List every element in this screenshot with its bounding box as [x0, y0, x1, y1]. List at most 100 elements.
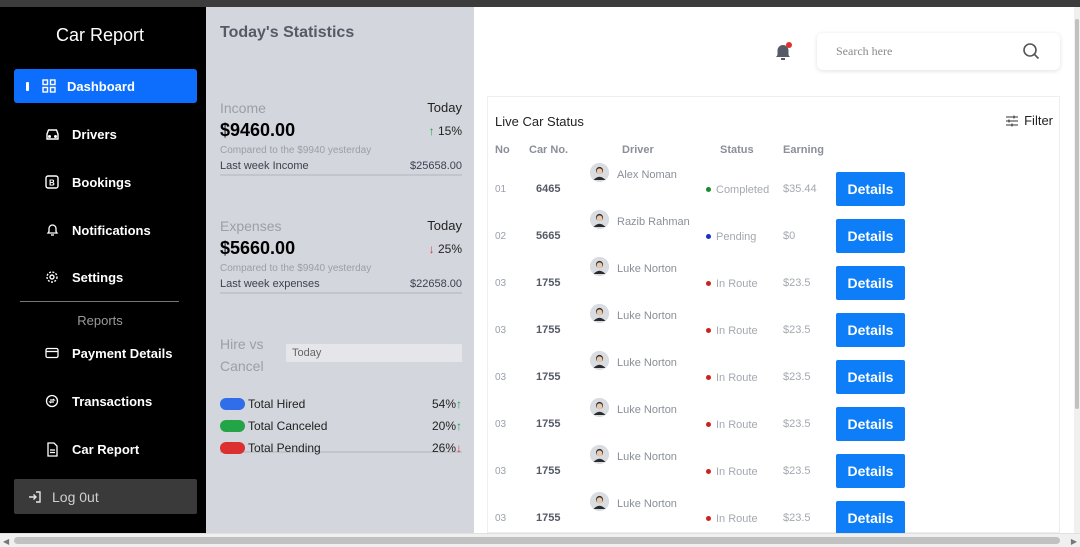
hire-vs-cancel-card: Hire vs Cancel Today Total Hired 54%↑ To… [220, 333, 462, 455]
sidebar-item-label: Dashboard [67, 78, 135, 94]
sidebar-divider [20, 301, 179, 302]
details-button[interactable]: Details [836, 313, 905, 347]
car-icon [44, 126, 60, 142]
scroll-left-arrow-icon[interactable]: ◀ [3, 537, 9, 546]
search-icon[interactable] [1022, 42, 1040, 60]
column-header-driver: Driver [622, 144, 654, 156]
status-text: Pending [716, 231, 757, 243]
canceled-swatch [220, 420, 245, 432]
filter-icon [1006, 115, 1019, 126]
details-button[interactable]: Details [836, 172, 905, 206]
hire-period-select[interactable]: Today [286, 344, 462, 362]
car-number: 1755 [536, 324, 561, 336]
scroll-right-arrow-icon[interactable]: ▶ [1071, 537, 1077, 546]
sidebar-item-transactions[interactable]: Transactions [14, 384, 197, 418]
vertical-scroll-thumb[interactable] [1075, 19, 1079, 409]
arrow-down-icon: ↓ [428, 242, 435, 256]
canceled-label: Total Canceled [248, 419, 328, 433]
search-box[interactable]: Search here [817, 33, 1060, 70]
arrow-up-icon: ↑ [456, 397, 462, 411]
earning-value: $35.44 [783, 183, 817, 195]
status-badge: Pending [706, 231, 756, 243]
details-button[interactable]: Details [836, 219, 905, 253]
brand-title: Car Report [55, 25, 145, 45]
arrow-down-icon: ↓ [456, 441, 462, 455]
details-button[interactable]: Details [836, 266, 905, 300]
row-number: 03 [495, 513, 507, 524]
search-input[interactable]: Search here [836, 44, 892, 59]
sidebar-item-label: Payment Details [72, 345, 173, 361]
transactions-icon [44, 393, 60, 409]
expenses-week-label: Last week expenses [220, 278, 320, 290]
row-number: 03 [495, 372, 507, 383]
car-number: 1755 [536, 371, 561, 383]
expenses-change-value: 25% [437, 242, 462, 256]
arrow-up-icon: ↑ [456, 419, 462, 433]
row-number: 03 [495, 278, 507, 289]
status-dot [706, 327, 711, 333]
notification-bell-icon[interactable] [774, 42, 792, 62]
status-text: In Route [716, 278, 758, 290]
status-dot [706, 374, 711, 380]
driver-name: Luke Norton [617, 263, 677, 275]
income-week-label: Last week Income [220, 160, 309, 172]
document-icon [44, 441, 60, 457]
hired-swatch [220, 398, 245, 410]
status-text: In Route [716, 419, 758, 431]
details-button[interactable]: Details [836, 360, 905, 394]
horizontal-scrollbar[interactable]: ◀ ▶ [0, 533, 1080, 547]
details-button[interactable]: Details [836, 454, 905, 488]
logout-icon [28, 490, 42, 504]
logout-label: Log 0ut [52, 488, 99, 505]
car-number: 5665 [536, 230, 561, 242]
driver-name: Luke Norton [617, 404, 677, 416]
driver-avatar [590, 351, 609, 370]
status-text: In Route [716, 325, 758, 337]
bell-icon [44, 222, 60, 238]
hired-label: Total Hired [248, 397, 306, 411]
sidebar-item-label: Car Report [72, 441, 140, 457]
sidebar-item-payment-details[interactable]: Payment Details [14, 336, 197, 370]
sidebar: Car Report Dashboard Drivers B Bookings … [0, 7, 206, 533]
driver-name: Alex Noman [617, 169, 677, 181]
vertical-scrollbar[interactable] [1074, 7, 1080, 533]
column-header-car: Car No. [529, 144, 569, 156]
table-row: 03 1755 Luke Norton In Route $23.5 Details [488, 445, 1061, 492]
svg-text:B: B [49, 179, 55, 188]
sidebar-item-dashboard[interactable]: Dashboard [14, 69, 197, 103]
row-number: 03 [495, 466, 507, 477]
driver-name: Luke Norton [617, 498, 677, 510]
driver-name: Luke Norton [617, 451, 677, 463]
status-badge: In Route [706, 372, 758, 384]
sidebar-item-bookings[interactable]: B Bookings [14, 165, 197, 199]
gear-icon [44, 269, 60, 285]
filter-label: Filter [1024, 113, 1053, 128]
sidebar-item-settings[interactable]: Settings [14, 260, 197, 294]
sidebar-item-car-report[interactable]: Car Report [14, 432, 197, 466]
legend-row-pending: Total Pending 26%↓ [220, 441, 462, 457]
driver-avatar [590, 304, 609, 323]
logout-button[interactable]: Log 0ut [14, 479, 197, 514]
driver-name: Luke Norton [617, 357, 677, 369]
status-dot [706, 280, 711, 286]
driver-avatar [590, 163, 609, 182]
sidebar-item-drivers[interactable]: Drivers [14, 117, 197, 151]
horizontal-scroll-thumb[interactable] [14, 537, 1060, 544]
statistics-panel: Today's Statistics Income Today $9460.00… [206, 7, 474, 533]
column-header-status: Status [720, 144, 754, 156]
driver-avatar [590, 445, 609, 464]
driver-avatar [590, 257, 609, 276]
notification-dot [786, 42, 792, 48]
earning-value: $23.5 [783, 277, 811, 289]
bookings-icon: B [44, 174, 60, 190]
car-number: 1755 [536, 277, 561, 289]
details-button[interactable]: Details [836, 501, 905, 535]
details-button[interactable]: Details [836, 407, 905, 441]
sidebar-item-notifications[interactable]: Notifications [14, 213, 197, 247]
income-change-value: 15% [437, 124, 462, 138]
earning-value: $23.5 [783, 512, 811, 524]
filter-button[interactable]: Filter [1006, 113, 1053, 128]
statistics-title: Today's Statistics [220, 24, 355, 41]
status-badge: In Route [706, 419, 758, 431]
main-content: Search here Live Car Status Filter No Ca… [474, 7, 1074, 535]
